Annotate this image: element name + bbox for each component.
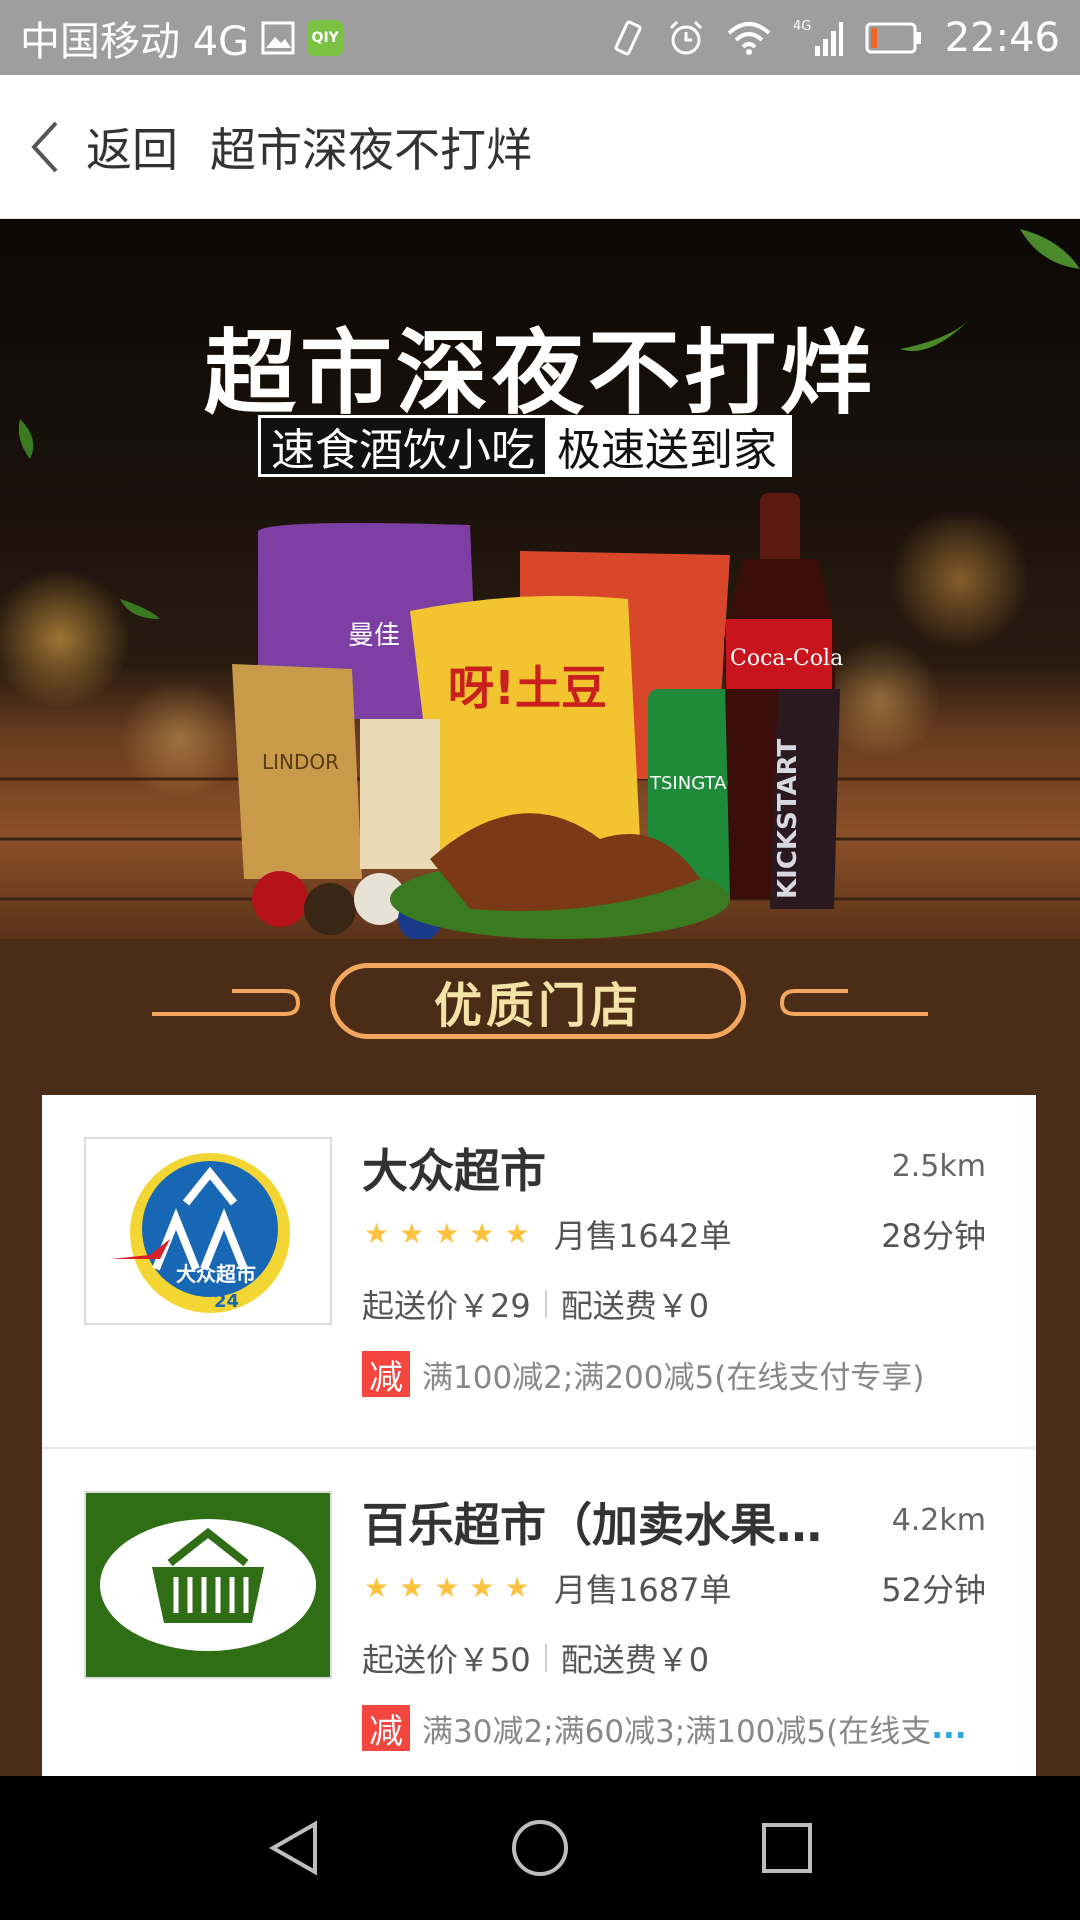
store-card[interactable]: 大众超市 24 大众超市 2.5km ★ ★ ★ ★ ★ 月售1642单 28分… xyxy=(42,1095,1036,1447)
chevron-left-icon xyxy=(30,120,60,174)
star-icon: ★ xyxy=(434,1217,460,1250)
promo-text: 满100减2;满200减5(在线支付专享) xyxy=(422,1359,925,1396)
star-icon: ★ xyxy=(434,1571,460,1604)
store-name: 百乐超市（加卖水果喽... xyxy=(362,1498,862,1552)
nav-back-button[interactable] xyxy=(248,1803,338,1893)
promo-banner[interactable]: 曼佳 呀!土豆 LINDOR TSINGTAO Coca-Cola KICKST… xyxy=(0,219,1080,939)
store-delivery-time: 52分钟 xyxy=(881,1571,986,1609)
product-label: LINDOR xyxy=(262,750,339,774)
discount-badge: 减 xyxy=(362,1705,410,1752)
store-rating: ★ ★ ★ ★ ★ xyxy=(364,1219,530,1249)
store-delivery-fee: 配送费￥0 xyxy=(560,1287,710,1325)
star-icon: ★ xyxy=(469,1217,495,1250)
status-left: 中国移动 4G QIY xyxy=(20,9,344,67)
star-icon: ★ xyxy=(399,1217,425,1250)
store-delivery-time: 28分钟 xyxy=(881,1217,986,1255)
iqiyi-icon: QIY xyxy=(307,19,344,56)
store-card[interactable]: 百乐超市（加卖水果喽... 4.2km ★ ★ ★ ★ ★ 月售1687单 52… xyxy=(42,1447,1036,1776)
nav-recents-button[interactable] xyxy=(742,1803,832,1893)
recents-square-icon xyxy=(761,1823,812,1873)
store-logo xyxy=(84,1491,332,1679)
store-min-order: 起送价￥29 xyxy=(362,1287,531,1325)
store-fees: 起送价￥50 配送费￥0 xyxy=(362,1635,709,1681)
store-list: 大众超市 24 大众超市 2.5km ★ ★ ★ ★ ★ 月售1642单 28分… xyxy=(42,1095,1036,1776)
product-label: KICKSTART xyxy=(773,739,803,899)
logo-text: 大众超市 xyxy=(176,1262,256,1286)
store-promo: 减 满100减2;满200减5(在线支付专享) xyxy=(362,1351,925,1398)
signal-4g-icon: 4G xyxy=(793,18,843,58)
star-icon: ★ xyxy=(469,1571,495,1604)
product-label: Coca-Cola xyxy=(730,646,843,671)
store-logo: 大众超市 24 xyxy=(84,1137,332,1325)
image-icon xyxy=(261,21,295,55)
store-rating: ★ ★ ★ ★ ★ xyxy=(364,1573,530,1603)
carrier-label: 中国移动 4G xyxy=(20,18,250,65)
fee-divider xyxy=(544,1290,547,1318)
star-icon: ★ xyxy=(504,1571,530,1604)
store-name: 大众超市 xyxy=(362,1144,546,1198)
store-promo: 减 满30减2;满60减3;满100减5(在线支 ... xyxy=(362,1705,967,1752)
logo-badge: 24 xyxy=(214,1291,239,1312)
status-right: 4G 22:46 xyxy=(611,15,1060,61)
promo-text: 满30减2;满60减3;满100减5(在线支 xyxy=(422,1713,932,1750)
home-circle-icon xyxy=(511,1820,568,1876)
section-header: 优质门店 xyxy=(0,939,1080,1095)
discount-badge: 减 xyxy=(362,1351,410,1398)
store-min-order: 起送价￥50 xyxy=(362,1641,531,1679)
banner-subtitle-right: 极速送到家 xyxy=(545,418,789,476)
back-label: 返回 xyxy=(86,122,178,177)
banner-subtitle-left: 速食酒饮小吃 xyxy=(261,418,545,476)
star-icon: ★ xyxy=(364,1571,390,1604)
store-monthly-sales: 月售1687单 xyxy=(554,1571,732,1609)
wifi-icon xyxy=(727,21,771,55)
star-icon: ★ xyxy=(364,1217,390,1250)
promo-more: ... xyxy=(931,1710,967,1746)
store-distance: 2.5km xyxy=(891,1149,986,1184)
battery-icon xyxy=(865,21,923,55)
banner-subtitle: 速食酒饮小吃 极速送到家 xyxy=(258,415,792,477)
system-nav-bar xyxy=(0,1776,1080,1920)
status-time: 22:46 xyxy=(944,14,1060,61)
fee-divider xyxy=(544,1644,547,1672)
store-delivery-fee: 配送费￥0 xyxy=(560,1641,710,1679)
page-title: 超市深夜不打烊 xyxy=(210,122,532,177)
back-button[interactable]: 返回 xyxy=(30,114,178,180)
section-title: 优质门店 xyxy=(330,963,746,1039)
header-bar: 返回 超市深夜不打烊 xyxy=(0,75,1080,219)
star-icon: ★ xyxy=(504,1217,530,1250)
vibrate-icon xyxy=(611,19,645,57)
svg-text:4G: 4G xyxy=(793,19,811,34)
banner-title: 超市深夜不打烊 xyxy=(203,320,876,427)
nav-home-button[interactable] xyxy=(495,1803,585,1893)
store-monthly-sales: 月售1642单 xyxy=(554,1217,732,1255)
store-fees: 起送价￥29 配送费￥0 xyxy=(362,1281,709,1327)
back-triangle-icon xyxy=(269,1820,318,1876)
alarm-icon xyxy=(667,19,705,57)
star-icon: ★ xyxy=(399,1571,425,1604)
product-label: 曼佳 xyxy=(348,621,400,651)
product-label: 呀!土豆 xyxy=(448,661,607,715)
status-bar: 中国移动 4G QIY 4G 22:46 xyxy=(0,0,1080,75)
product-label: TSINGTAO xyxy=(649,773,740,794)
store-distance: 4.2km xyxy=(891,1503,986,1538)
